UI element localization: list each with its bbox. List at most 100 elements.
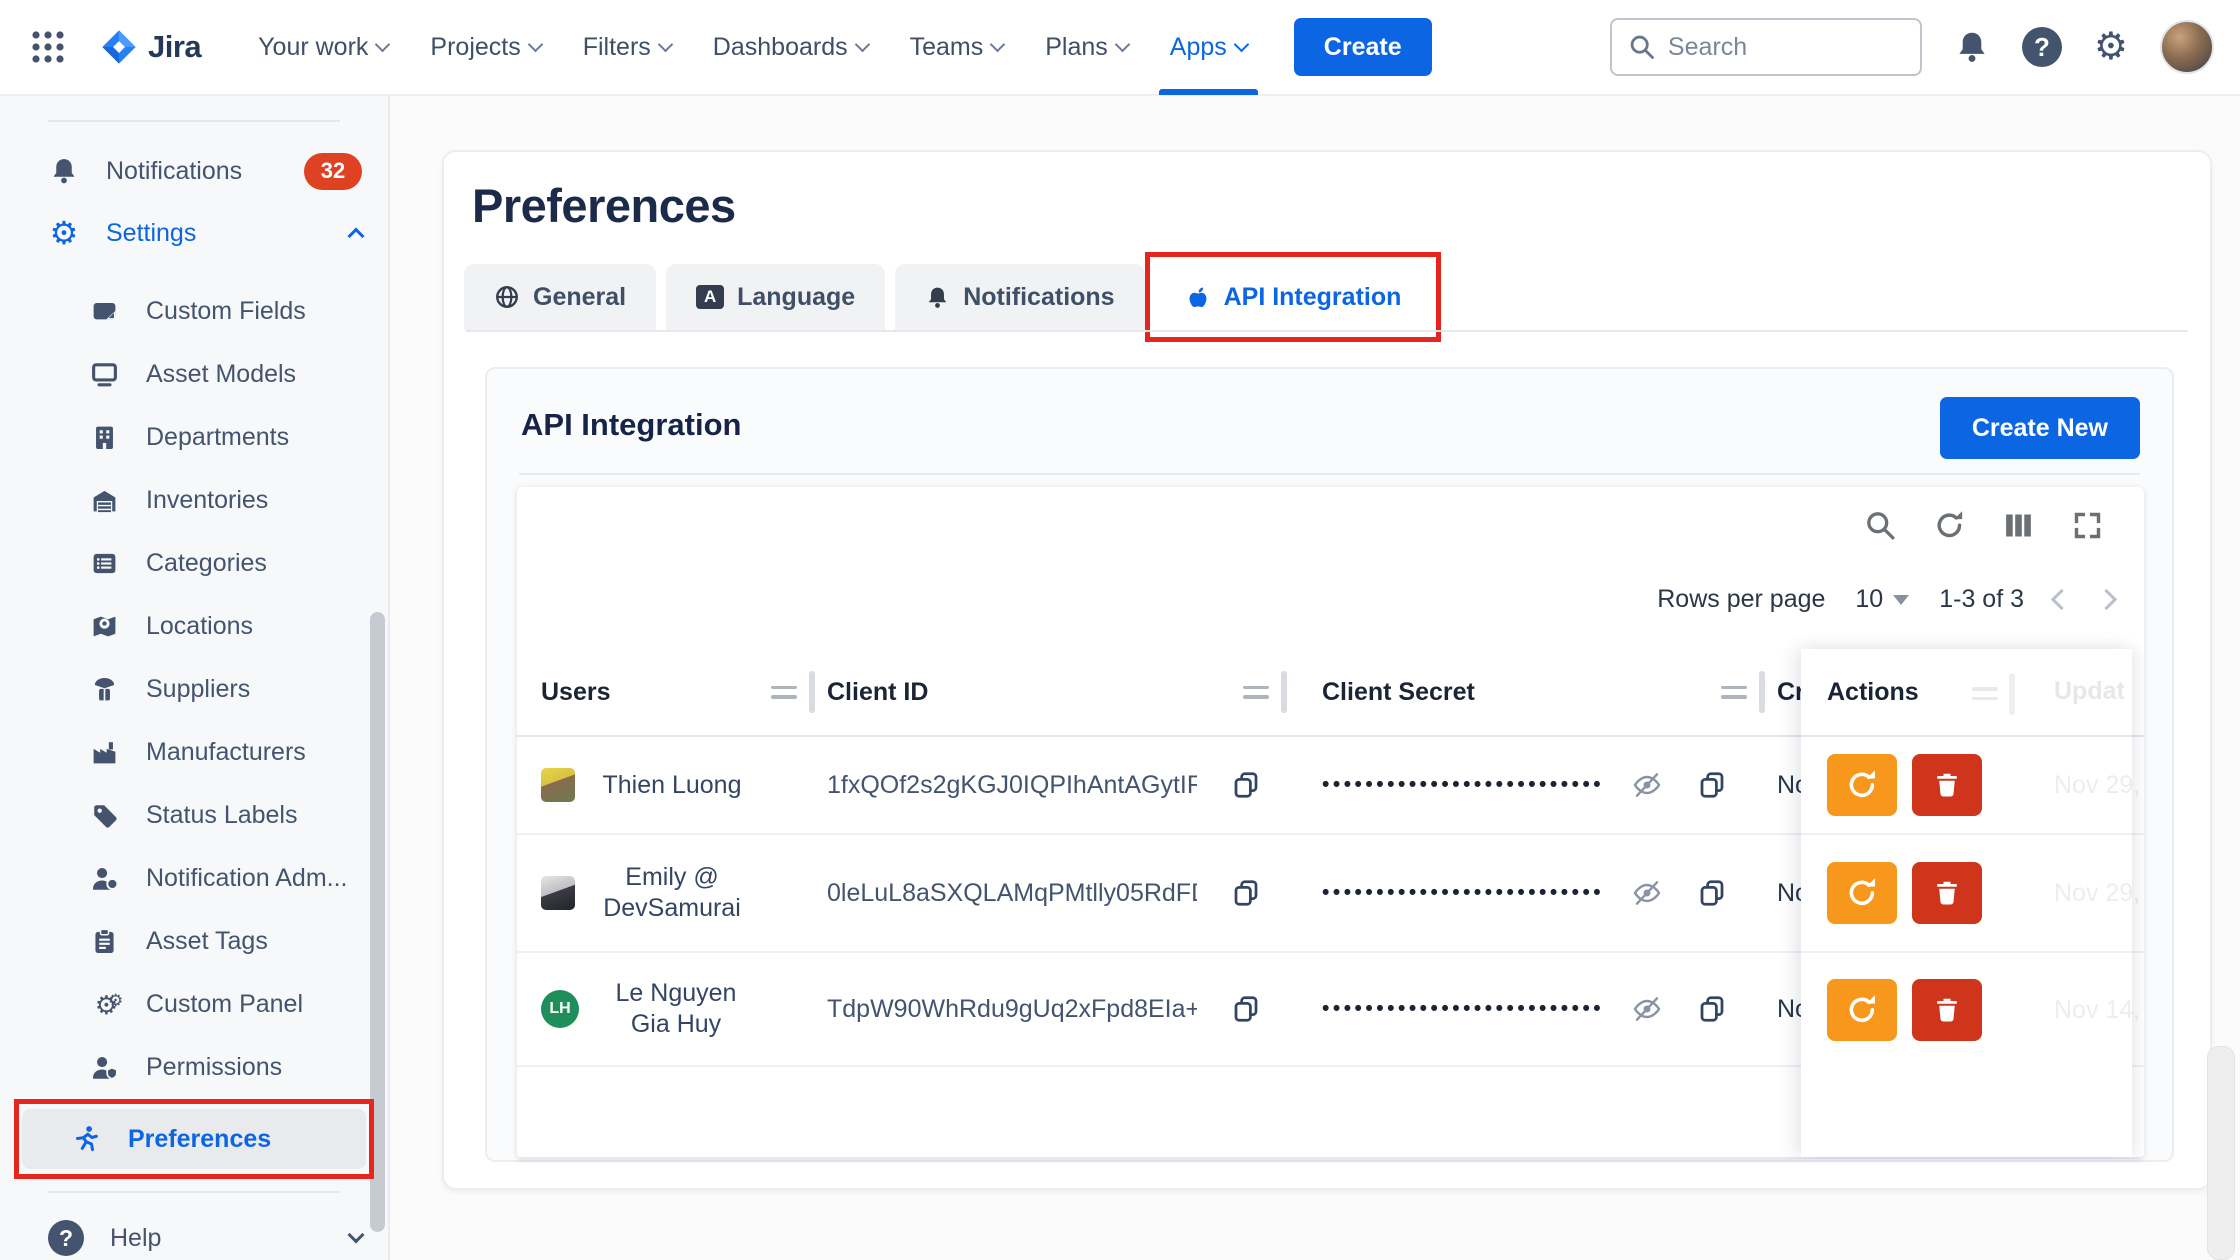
eye-slash-icon[interactable]: [1631, 877, 1663, 909]
bell-icon: [48, 156, 80, 186]
copy-icon[interactable]: [1697, 770, 1727, 800]
previous-page-icon[interactable]: [2051, 589, 2072, 610]
regenerate-key-button[interactable]: [1827, 754, 1897, 816]
table-search-icon[interactable]: [1864, 509, 1897, 542]
panel-divider: [519, 473, 2140, 475]
jira-logo-icon: [100, 28, 138, 66]
sidebar-item-preferences[interactable]: Preferences: [22, 1109, 366, 1169]
nav-item-dashboards[interactable]: Dashboards: [692, 0, 889, 95]
rows-per-page-select[interactable]: 10: [1855, 585, 1909, 614]
chevron-up-icon: [348, 228, 365, 245]
column-divider: [809, 671, 815, 713]
table-horizontal-scrollbar: [517, 1157, 2144, 1159]
chevron-down-icon: [658, 36, 674, 52]
user-cell: Thien Luong: [517, 768, 827, 802]
sidebar-item-asset-tags[interactable]: Asset Tags: [0, 910, 388, 973]
nav-item-your-work[interactable]: Your work: [237, 0, 409, 95]
chevron-down-icon: [348, 1227, 365, 1244]
actions-pinned-column: Actions Updated Nov 29,: [1801, 649, 2132, 1157]
sidebar-item-settings[interactable]: ⚙ Settings: [0, 202, 388, 264]
nav-item-plans[interactable]: Plans: [1024, 0, 1149, 95]
table-refresh-icon[interactable]: [1933, 509, 1966, 542]
api-keys-table: Users Client ID: [517, 649, 2144, 1067]
column-resize-handle[interactable]: [1721, 686, 1747, 699]
global-search[interactable]: [1610, 18, 1922, 76]
copy-icon[interactable]: [1231, 770, 1261, 800]
building-icon: [88, 423, 120, 452]
tab-language[interactable]: A Language: [666, 264, 885, 330]
delete-key-button[interactable]: [1912, 979, 1982, 1041]
sidebar-item-inventories[interactable]: Inventories: [0, 469, 388, 532]
client-id-cell: TdpW90WhRdu9gUq2xFpd8EIa+...: [827, 994, 1299, 1024]
column-resize-handle[interactable]: [771, 686, 797, 699]
app-switcher-grid-icon[interactable]: [26, 25, 70, 69]
tag-icon: [88, 801, 120, 830]
delete-key-button[interactable]: [1912, 754, 1982, 816]
sidebar-item-suppliers[interactable]: Suppliers: [0, 658, 388, 721]
bell-icon: [925, 285, 950, 310]
column-resize-handle[interactable]: [1243, 686, 1269, 699]
pagination-row: Rows per page 10 1-3 of 3: [1657, 585, 2114, 614]
copy-icon[interactable]: [1231, 994, 1261, 1024]
pagination-range: 1-3 of 3: [1939, 585, 2024, 614]
chevron-down-icon: [854, 36, 870, 52]
copy-icon[interactable]: [1697, 878, 1727, 908]
sidebar-item-permissions[interactable]: Permissions: [0, 1036, 388, 1099]
sidebar-item-notifications[interactable]: Notifications 32: [0, 140, 388, 202]
brand-name: Jira: [148, 29, 201, 65]
sidebar-item-custom-panel[interactable]: ⚙⚙ Custom Panel: [0, 973, 388, 1036]
gear-icon: ⚙: [48, 217, 80, 249]
page-scrollbar-thumb[interactable]: [2207, 1046, 2235, 1260]
nav-right-cluster: ? ⚙: [1610, 18, 2214, 76]
sidebar-item-locations[interactable]: Locations: [0, 595, 388, 658]
api-integration-panel: API Integration Create New Rows per page…: [485, 367, 2174, 1162]
create-button[interactable]: Create: [1294, 18, 1432, 76]
list-icon: [88, 549, 120, 578]
sidebar-item-status-labels[interactable]: Status Labels: [0, 784, 388, 847]
client-secret-cell: ••••••••••••••••••••••••••: [1299, 877, 1777, 909]
jira-logo[interactable]: Jira: [100, 28, 201, 66]
client-id-cell: 1fxQOf2s2gKGJ0IQPIhAntAGytIR...: [827, 770, 1299, 800]
nav-item-apps[interactable]: Apps: [1149, 0, 1268, 95]
eye-slash-icon[interactable]: [1631, 769, 1663, 801]
user-cell: Emily @ DevSamurai: [517, 862, 827, 924]
help-icon: ?: [48, 1220, 84, 1256]
next-page-icon[interactable]: [2096, 589, 2117, 610]
copy-icon[interactable]: [1697, 994, 1727, 1024]
table-columns-icon[interactable]: [2002, 509, 2035, 542]
eye-slash-icon[interactable]: [1631, 993, 1663, 1025]
create-new-button[interactable]: Create New: [1940, 397, 2140, 459]
copy-icon[interactable]: [1231, 878, 1261, 908]
tab-general[interactable]: General: [464, 264, 656, 330]
sidebar-scrollbar-thumb[interactable]: [370, 612, 385, 1232]
actions-cell: Nov 29,: [1801, 737, 2132, 835]
nav-item-filters[interactable]: Filters: [562, 0, 692, 95]
sidebar-item-categories[interactable]: Categories: [0, 532, 388, 595]
user-avatar[interactable]: [2160, 20, 2214, 74]
tab-api-integration[interactable]: API Integration: [1155, 264, 1432, 330]
nav-item-teams[interactable]: Teams: [889, 0, 1025, 95]
sidebar-item-help[interactable]: ? Help: [0, 1207, 388, 1260]
notifications-bell-icon[interactable]: [1954, 29, 1990, 65]
sidebar-item-notification-admin[interactable]: Notification Adm...: [0, 847, 388, 910]
help-icon[interactable]: ?: [2022, 27, 2062, 67]
regenerate-key-button[interactable]: [1827, 862, 1897, 924]
actions-cell: Nov 29,: [1801, 835, 2132, 953]
search-input[interactable]: [1668, 33, 1990, 62]
preferences-page-card: Preferences General A Language Notificat…: [442, 150, 2212, 1190]
sidebar-item-asset-models[interactable]: Asset Models: [0, 343, 388, 406]
header-client-secret: Client Secret: [1299, 671, 1777, 713]
sidebar-item-manufacturers[interactable]: Manufacturers: [0, 721, 388, 784]
table-toolbar: [1864, 509, 2104, 542]
sidebar-item-custom-fields[interactable]: Custom Fields: [0, 280, 388, 343]
tab-notifications[interactable]: Notifications: [895, 264, 1144, 330]
regenerate-key-button[interactable]: [1827, 979, 1897, 1041]
settings-gear-icon[interactable]: ⚙: [2094, 28, 2128, 66]
column-divider-faded: [2009, 673, 2015, 715]
sidebar-item-departments[interactable]: Departments: [0, 406, 388, 469]
table-fullscreen-icon[interactable]: [2071, 509, 2104, 542]
apple-icon: [1185, 284, 1211, 310]
delete-key-button[interactable]: [1912, 862, 1982, 924]
nav-item-projects[interactable]: Projects: [409, 0, 561, 95]
header-client-id: Client ID: [827, 671, 1299, 713]
